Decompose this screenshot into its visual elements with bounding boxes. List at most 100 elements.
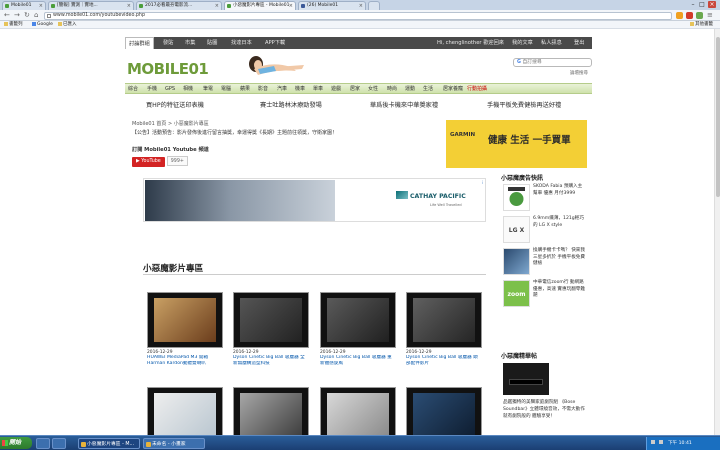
advanced-search-link[interactable]: 論壇搜尋 <box>570 70 588 76</box>
taskbar-window-button[interactable]: 小惡魔影片專區 - M... <box>78 438 140 449</box>
category-link[interactable]: 運動 <box>405 84 415 94</box>
video-thumbnail[interactable] <box>406 292 482 348</box>
category-link[interactable]: 居家 <box>350 84 360 94</box>
new-tab-button[interactable] <box>368 1 380 10</box>
home-icon[interactable]: ⌂ <box>34 11 38 20</box>
sidebar-ad-item[interactable]: LG X 6.9mm纖薄，121g輕巧的 LG X style <box>503 216 587 246</box>
extension-icon[interactable] <box>696 12 703 19</box>
video-thumbnail[interactable] <box>147 292 223 348</box>
browser-tab[interactable]: (26) Mobile01 × <box>298 1 366 10</box>
maximize-icon[interactable]: □ <box>698 1 706 8</box>
category-link[interactable]: 行動拍攝 <box>467 84 487 94</box>
category-link[interactable]: 手機 <box>147 84 157 94</box>
announcement[interactable]: 【公告】活動預告：影片發佈後進行留言抽獎，幸運得獎《長期》主題前往領獎，守衛家園… <box>132 129 337 136</box>
close-tab-icon[interactable]: × <box>359 2 363 10</box>
extension-icon[interactable] <box>686 12 693 19</box>
breadcrumb[interactable]: Mobile01 首頁 > 小惡魔影片專區 <box>132 120 209 127</box>
scrollbar-thumb[interactable] <box>716 37 720 197</box>
top-link[interactable]: 討論群組 <box>125 37 154 49</box>
back-arrow-icon[interactable]: ← <box>4 11 10 20</box>
user-link[interactable]: 私人訊息 <box>541 37 562 49</box>
start-button[interactable]: 開始 <box>0 437 32 449</box>
category-link[interactable]: 汽車 <box>277 84 287 94</box>
category-link[interactable]: 單車 <box>313 84 323 94</box>
category-link[interactable]: GPS <box>165 84 175 94</box>
video-title-line2[interactable]: 新體感旋風 <box>320 361 400 367</box>
sidebar-ad-item[interactable]: 換購手機卡卡嗎？ 快來我三星多折於 手機平板免費健檢 <box>503 248 587 278</box>
category-link[interactable]: 居家養寵 <box>443 84 463 94</box>
close-tab-icon[interactable]: × <box>289 2 293 10</box>
youtube-subscribe[interactable]: ▶ YouTube 999+ <box>132 156 188 167</box>
top-link[interactable]: 市集 <box>185 37 195 49</box>
bose-soundbar-image[interactable] <box>503 363 549 395</box>
top-link[interactable]: APP下載 <box>265 37 285 49</box>
tray-icon[interactable] <box>651 440 655 444</box>
close-tab-icon[interactable]: × <box>39 2 43 10</box>
close-tab-icon[interactable]: × <box>127 2 131 10</box>
other-bookmarks[interactable]: 其他書籤 <box>690 21 713 29</box>
hot-article-text[interactable]: 品鑑獨特的美聲家庭劇院組 《Bose Soundbar》立體環繞音效，不需大動作… <box>503 399 587 420</box>
video-thumbnail[interactable] <box>233 292 309 348</box>
video-card[interactable]: 2016-12-26Macarce C16i Compare withFotop… <box>320 387 396 435</box>
category-link[interactable]: 時尚 <box>387 84 397 94</box>
address-bar[interactable]: www.mobile01.com/youtubevideo.php <box>44 12 672 20</box>
browser-tab[interactable]: Mobile01 × <box>2 1 46 10</box>
video-card[interactable]: 2016-12-29 Dyson Cinetic Big Ball 吸塵器 全新無… <box>233 292 309 366</box>
taskbar-window-button[interactable]: 未命名 - 小畫家 <box>143 438 205 449</box>
minimize-icon[interactable]: – <box>689 1 697 8</box>
page-scrollbar[interactable] <box>714 29 720 435</box>
video-thumbnail[interactable] <box>147 387 223 435</box>
video-card[interactable]: 2016-12-29 Dyson Cinetic Big Ball 吸塵器 重新體… <box>320 292 396 366</box>
category-link[interactable]: 相機 <box>183 84 193 94</box>
video-thumbnail[interactable] <box>320 292 396 348</box>
site-search-input[interactable]: G 自訂搜尋 <box>513 58 592 67</box>
clock[interactable]: 下午 10:41 <box>668 441 692 446</box>
close-tab-icon[interactable]: × <box>215 2 219 10</box>
sidebar-ad-item[interactable]: zoom 中華電信zoom行 動網路優惠，高速 實惠玩翻零難題 <box>503 280 587 310</box>
category-link[interactable]: 女性 <box>368 84 378 94</box>
video-card[interactable]: 2016-12-29 Dyson Cinetic Big Ball 吸塵器 頭部配… <box>406 292 482 366</box>
quicklaunch-desktop-icon[interactable] <box>52 438 66 449</box>
site-logo[interactable]: MOBILE01 <box>127 53 237 81</box>
tray-icon[interactable] <box>659 440 664 444</box>
menu-icon[interactable]: ≡ <box>707 11 713 20</box>
logout-link[interactable]: 登出 <box>574 37 584 49</box>
top-link[interactable]: 發貼 <box>163 37 173 49</box>
video-card[interactable]: 2016-12-26LG WiFi 連線 小惡魔 網路攝影人連線操作說明 <box>406 387 482 435</box>
video-card[interactable]: 2016-12-29 HUAWEI MediaPad M3 開箱 Harman Ka… <box>147 292 223 366</box>
video-thumbnail[interactable] <box>320 387 396 435</box>
video-thumbnail[interactable] <box>233 387 309 435</box>
youtube-button[interactable]: ▶ YouTube <box>132 157 165 167</box>
video-title-line2[interactable]: 新無塵構造型科技 <box>233 361 313 367</box>
category-link[interactable]: 影音 <box>258 84 268 94</box>
user-link[interactable]: 我的文章 <box>512 37 533 49</box>
top-link[interactable]: 找達日本 <box>231 37 252 49</box>
reload-icon[interactable]: ↻ <box>24 11 30 20</box>
category-link[interactable]: 綜合 <box>128 84 138 94</box>
user-greeting[interactable]: Hi, chenglinother 歡迎回來 <box>437 37 504 49</box>
browser-tab[interactable]: 2017必看最夯電影流... × <box>136 1 222 10</box>
browser-tab-active[interactable]: 小惡魔影片專區 - Mobile01 × <box>224 1 296 10</box>
close-window-icon[interactable]: × <box>708 1 716 8</box>
category-link[interactable]: 蘋果 <box>240 84 250 94</box>
promo-link[interactable]: 買HP的特征送印表機 <box>146 100 204 112</box>
video-card[interactable]: 2016-12-27G+ Pixel 數位相框連接網路相片上傳 <box>147 387 223 435</box>
promo-link[interactable]: 手機平板免費健檢再送好禮 <box>487 100 561 112</box>
video-title-line2[interactable]: Harman Kardon動聽雙喇叭 <box>147 361 227 367</box>
category-link[interactable]: 機車 <box>295 84 305 94</box>
video-title-line2[interactable]: 部配件影片 <box>406 361 486 367</box>
browser-tab[interactable]: [簡報] 實測｜實地... × <box>48 1 134 10</box>
quicklaunch-ie-icon[interactable] <box>36 438 50 449</box>
category-link[interactable]: 生活 <box>423 84 433 94</box>
promo-link[interactable]: 華爲後卡機來中華獎家禮 <box>370 100 438 112</box>
category-link[interactable]: 遊戲 <box>331 84 341 94</box>
video-thumbnail[interactable] <box>406 387 482 435</box>
forward-arrow-icon[interactable]: → <box>14 11 20 20</box>
promo-link[interactable]: 賽士吐路林沐療勁發場 <box>260 100 322 112</box>
cathay-ad-banner[interactable]: CATHAY PACIFIC Life Well Travelled i <box>143 178 486 222</box>
sidebar-ad-item[interactable]: SKODA Fabia 預購入主 幫車 優惠 月付3999 <box>503 184 587 214</box>
star-icon[interactable] <box>676 12 683 19</box>
garmin-ad[interactable]: GARMIN 健康 生活 一手買單 <box>446 120 587 168</box>
bookmark-item[interactable]: 已匯入 <box>58 21 77 29</box>
top-link[interactable]: 貼圖 <box>207 37 217 49</box>
